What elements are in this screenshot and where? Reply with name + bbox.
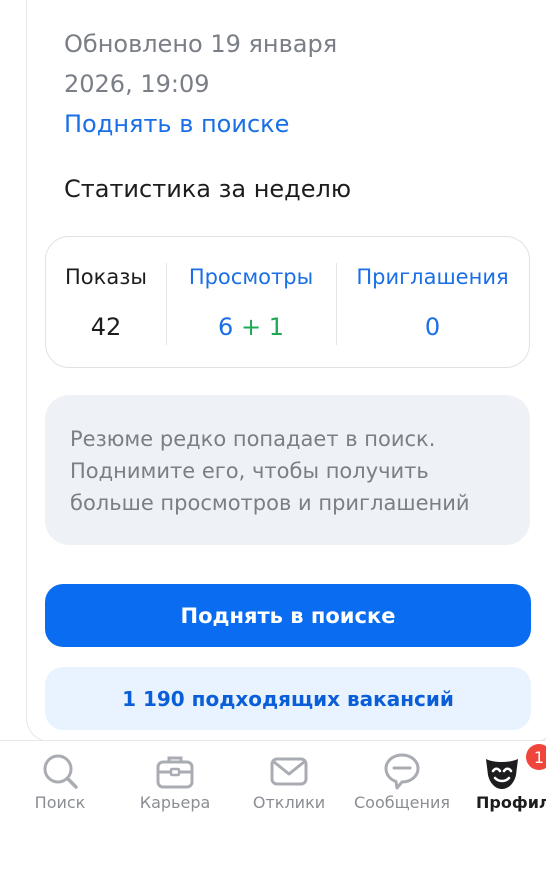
stat-invitations-label: Приглашения bbox=[356, 265, 509, 289]
profile-mask-icon bbox=[486, 759, 518, 789]
briefcase-icon bbox=[156, 756, 194, 789]
bottom-tab-bar: Поиск Карьера Отклики Сообщения Профил bbox=[0, 740, 546, 887]
matching-vacancies-button[interactable]: 1 190 подходящих вакансий bbox=[45, 667, 531, 730]
tab-messages[interactable]: Сообщения bbox=[345, 741, 459, 831]
stat-impressions: Показы 42 bbox=[46, 237, 166, 367]
profile-notification-badge: 1 bbox=[526, 744, 546, 770]
weekly-stats: Показы 42 Просмотры 6 + 1 Приглашения 0 bbox=[45, 236, 530, 368]
search-icon bbox=[43, 754, 78, 789]
stat-views-count: 6 bbox=[218, 313, 234, 341]
stat-invitations[interactable]: Приглашения 0 bbox=[336, 237, 529, 367]
raise-in-search-button[interactable]: Поднять в поиске bbox=[45, 584, 531, 647]
tab-career-label: Карьера bbox=[139, 793, 211, 812]
updated-timestamp: Обновлено 19 января 2026, 19:09 bbox=[64, 30, 338, 98]
stat-views-value: 6 + 1 bbox=[166, 313, 336, 341]
stat-views-label: Просмотры bbox=[188, 265, 314, 289]
tab-messages-label: Сообщения bbox=[353, 793, 450, 812]
stat-divider bbox=[336, 263, 337, 345]
tab-search-label: Поиск bbox=[34, 793, 86, 812]
stat-impressions-value: 42 bbox=[90, 313, 122, 341]
low-visibility-hint: Резюме редко попадает в поиск. Поднимите… bbox=[45, 395, 530, 545]
stat-impressions-label: Показы bbox=[65, 265, 147, 289]
tab-responses-label: Отклики bbox=[252, 793, 326, 812]
tab-responses[interactable]: Отклики bbox=[232, 741, 346, 831]
tab-career[interactable]: Карьера bbox=[118, 741, 232, 831]
tab-profile-label: Профил bbox=[476, 793, 546, 812]
raise-in-search-link[interactable]: Поднять в поиске bbox=[64, 110, 289, 138]
chat-icon bbox=[384, 753, 420, 790]
stat-views[interactable]: Просмотры 6 + 1 bbox=[166, 237, 336, 367]
stat-divider bbox=[166, 263, 167, 345]
stats-heading: Статистика за неделю bbox=[64, 175, 352, 203]
envelope-icon bbox=[270, 757, 308, 786]
tab-search[interactable]: Поиск bbox=[3, 741, 117, 831]
stat-invitations-value: 0 bbox=[424, 313, 441, 341]
stat-views-new: + 1 bbox=[240, 313, 284, 341]
